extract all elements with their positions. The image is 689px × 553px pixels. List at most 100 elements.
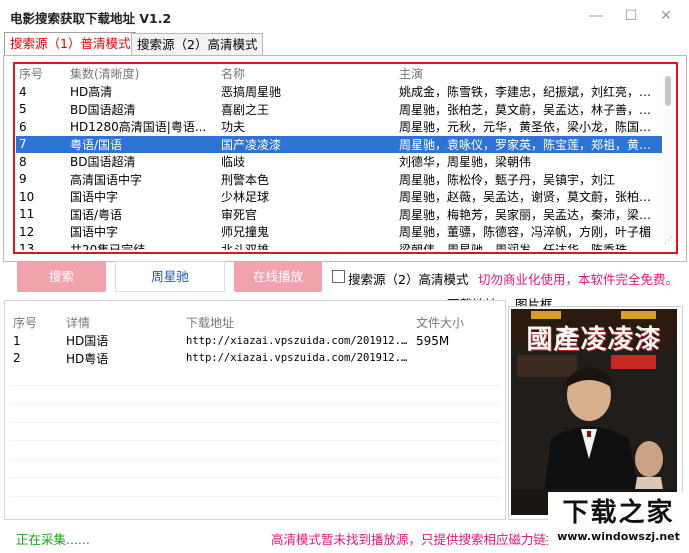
result-row[interactable]: 4 HD高清 恶搞周星驰 姚成金，陈雪铁，李建忠，纪振斌，刘红亮，刘智远 [16, 83, 662, 101]
result-row[interactable]: 6 HD1280高清国语|粤语... 功夫 周星驰，元秋，元华，黄圣依，梁小龙，陈国坤… [16, 118, 662, 136]
minimize-button[interactable]: — [585, 6, 607, 26]
result-name: 喜剧之王 [221, 102, 270, 117]
empty-row [10, 422, 500, 441]
empty-cell [183, 459, 413, 478]
empty-cell [413, 422, 500, 441]
result-name: 临歧 [221, 155, 246, 170]
poster-title: 國產凌凌漆 [526, 325, 662, 355]
results-table-container: 序号 集数(清晰度) 名称 主演 4 HD高清 恶搞周星驰 姚成金，陈雪铁，李建忠，纪… [16, 64, 662, 250]
result-row[interactable]: 10 国语中字 少林足球 周星驰，赵薇，吴孟达，谢贤，莫文蔚，张柏芝，黄... [16, 188, 662, 206]
download-row[interactable]: 1 HD国语 http://xiazai.vpszuida.com/201912..… [10, 332, 500, 350]
empty-cell [413, 496, 500, 513]
results-header-row: 序号 集数(清晰度) 名称 主演 [16, 64, 662, 83]
result-name: 审死官 [221, 207, 258, 222]
empty-cell [413, 440, 500, 460]
result-row[interactable]: 7 粤语/国语 国产凌凌漆 周星驰，袁咏仪，罗家英，陈宝莲，郑祖，黄锦江，... [16, 135, 662, 153]
tab-hd-mode[interactable]: 搜索源（2）高清模式 [131, 33, 264, 55]
download-row[interactable]: 2 HD粤语 http://xiazai.vpszuida.com/201912..… [10, 350, 500, 368]
empty-row [10, 385, 500, 404]
empty-cell [10, 477, 63, 497]
watermark-main-text: 下载之家 [562, 498, 675, 528]
result-index: 9 [19, 172, 27, 187]
download-size [413, 350, 500, 368]
empty-cell [10, 459, 63, 478]
col-header-episodes[interactable]: 集数(清晰度) [67, 64, 218, 83]
empty-cell [10, 385, 63, 404]
downloads-table: 序号 详情 下载地址 文件大小 1 HD国语 http://xiazai.vpszu… [10, 313, 500, 513]
empty-cell [63, 440, 183, 460]
result-index: 12 [19, 224, 35, 239]
result-cast: 周星驰，元秋，元华，黄圣依，梁小龙，陈国坤，田... [399, 120, 662, 135]
result-row[interactable]: 12 国语中字 师兄撞鬼 周星驰，董骠，陈德容，冯淬帆，方刚，叶子楣 [16, 223, 662, 241]
close-button[interactable]: ✕ [655, 6, 677, 26]
results-table: 序号 集数(清晰度) 名称 主演 4 HD高清 恶搞周星驰 姚成金，陈雪铁，李建忠，纪… [16, 64, 662, 250]
free-notice: 切勿商业化使用，本软件完全免费。 [478, 272, 679, 287]
empty-cell [183, 422, 413, 441]
download-size: 595M [416, 333, 450, 348]
result-episodes: 高清国语中字 [70, 172, 143, 187]
col-header-dl-size[interactable]: 文件大小 [413, 313, 500, 332]
window-title: 电影搜索获取下载地址 V1.2 [10, 11, 172, 26]
empty-cell [63, 459, 183, 478]
result-name: 国产凌凌漆 [218, 135, 396, 153]
col-header-name[interactable]: 名称 [218, 64, 396, 83]
empty-cell [10, 403, 63, 423]
col-header-dl-details[interactable]: 详情 [63, 313, 183, 332]
result-cast: 姚成金，陈雪铁，李建忠，纪振斌，刘红亮，刘智远 [399, 85, 662, 100]
empty-cell [183, 440, 413, 460]
status-collecting: 正在采集...... [16, 532, 90, 547]
hd-mode-checkbox[interactable] [332, 270, 345, 283]
col-header-dl-index[interactable]: 序号 [10, 313, 63, 332]
result-cast: 刘德华，周星驰，梁朝伟 [399, 155, 532, 170]
watermark-url: www.windowszj.net [557, 530, 680, 543]
result-index: 13 [19, 242, 35, 250]
download-details: HD粤语 [66, 351, 109, 366]
search-input[interactable]: 周星驰 [115, 261, 225, 292]
movie-poster-image: 國產凌凌漆 [511, 309, 677, 515]
result-index: 7 [16, 135, 67, 153]
empty-row [10, 367, 500, 386]
hd-mode-checkbox-label[interactable]: 搜索源（2）高清模式 [348, 269, 468, 288]
empty-cell [10, 440, 63, 460]
result-episodes: BD国语超清 [70, 102, 136, 117]
result-cast: 周星驰，董骠，陈德容，冯淬帆，方刚，叶子楣 [399, 225, 652, 240]
empty-row [10, 477, 500, 497]
empty-cell [10, 422, 63, 441]
result-episodes: 国语/粤语 [70, 207, 123, 222]
result-row[interactable]: 5 BD国语超清 喜剧之王 周星驰，张柏芝，莫文蔚，吴孟达，林子善，田启文，... [16, 101, 662, 119]
play-online-button[interactable]: 在线播放 [234, 261, 322, 292]
result-name: 恶搞周星驰 [221, 85, 282, 100]
col-header-dl-url[interactable]: 下载地址 [183, 313, 413, 332]
tab-normal-mode[interactable]: 搜索源（1）普清模式 [4, 32, 137, 56]
empty-cell [413, 477, 500, 497]
result-cast: 周星驰，袁咏仪，罗家英，陈宝莲，郑祖，黄锦江，... [396, 135, 662, 153]
empty-cell [63, 496, 183, 513]
result-row[interactable]: 11 国语/粤语 审死官 周星驰，梅艳芳，吴家丽，吴孟达，秦沛，梁家仁，... [16, 206, 662, 224]
empty-row [10, 459, 500, 478]
result-episodes: 共20集已完结 [70, 242, 146, 250]
col-header-cast[interactable]: 主演 [396, 64, 662, 83]
empty-cell [413, 367, 500, 386]
empty-cell [413, 459, 500, 478]
result-row[interactable]: 9 高清国语中字 刑警本色 周星驰，陈松伶，甄子丹，吴镇宇，刘江 [16, 171, 662, 189]
empty-row [10, 496, 500, 513]
search-button[interactable]: 搜索 [17, 261, 106, 292]
result-episodes: 国语中字 [70, 190, 119, 205]
watermark-logo: 下载之家 www.windowszj.net [548, 492, 689, 553]
results-scroll-thumb[interactable] [665, 76, 671, 106]
col-header-index[interactable]: 序号 [16, 64, 67, 83]
result-index: 6 [19, 119, 27, 134]
result-episodes: HD1280高清国语|粤语... [70, 120, 207, 135]
download-url: http://xiazai.vpszuida.com/201912... [186, 352, 413, 365]
maximize-button[interactable]: ☐ [620, 6, 642, 26]
result-row[interactable]: 8 BD国语超清 临歧 刘德华，周星驰，梁朝伟 [16, 153, 662, 171]
result-index: 10 [19, 189, 35, 204]
empty-cell [183, 385, 413, 404]
result-row[interactable]: 13 共20集已完结 北斗双雄 梁朝伟，周星驰，周润发，任达华，陈秀珠 [16, 241, 662, 250]
result-name: 少林足球 [221, 190, 270, 205]
result-name: 功夫 [221, 120, 246, 135]
empty-row [10, 403, 500, 423]
downloads-table-container: 序号 详情 下载地址 文件大小 1 HD国语 http://xiazai.vpszu… [10, 313, 500, 513]
download-index: 2 [13, 351, 21, 366]
result-cast: 周星驰，梅艳芳，吴家丽，吴孟达，秦沛，梁家仁，... [399, 207, 662, 222]
